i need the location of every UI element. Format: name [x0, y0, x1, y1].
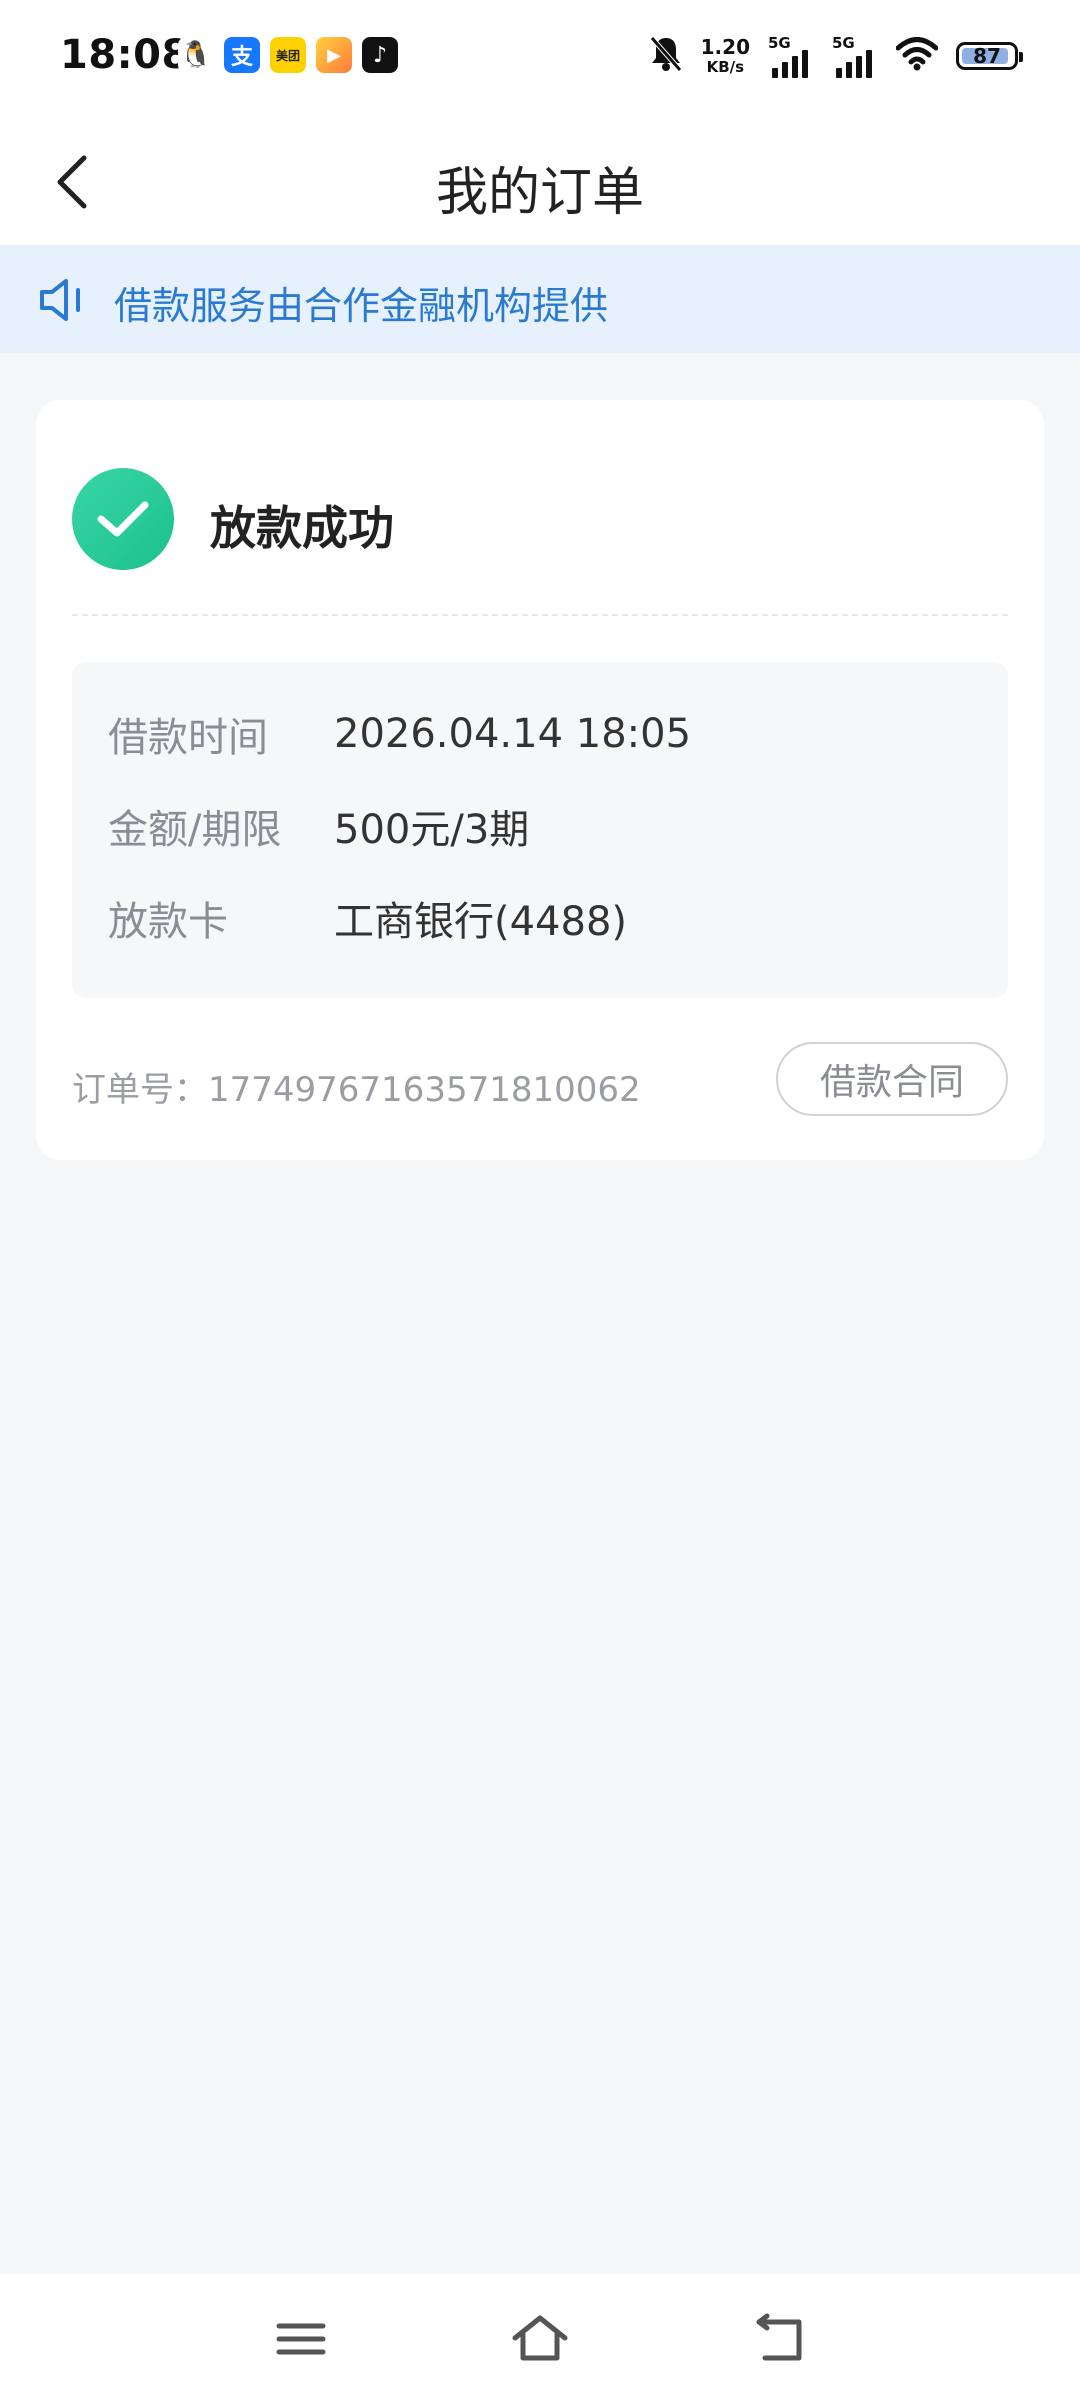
mute-bell-icon — [649, 35, 683, 77]
order-number: 订单号：1774976716357181006​2 — [72, 1062, 641, 1111]
back-arrow-icon — [756, 2313, 802, 2361]
order-number-label: 订单号： — [72, 1070, 208, 1110]
network-speed: 1.20 KB/s — [700, 35, 750, 76]
home-button[interactable] — [505, 2304, 575, 2374]
notification-app-icons: 🐧 支 美团 ▶ ♪ — [178, 37, 398, 73]
page-title: 我的订单 — [435, 163, 644, 223]
detail-label: 放款卡 — [108, 899, 228, 945]
detail-value: 500元/3期 — [334, 807, 530, 853]
sim1-signal-icon: 5G — [768, 34, 814, 78]
back-nav-button[interactable] — [745, 2304, 815, 2374]
title-bar: 我的订单 — [0, 120, 1080, 245]
success-check-icon — [72, 468, 174, 570]
battery-level: 87 — [973, 44, 1001, 68]
speaker-icon — [38, 277, 86, 327]
system-nav-bar — [0, 2274, 1080, 2400]
status-bar: 18:08 🐧 支 美团 ▶ ♪ 1.20 KB/s 5G 5G 87 — [0, 0, 1080, 120]
sim2-signal-icon: 5G — [832, 34, 878, 78]
notice-banner: 借款服务由合作金融机构提供 — [0, 245, 1080, 353]
detail-row-amount-term: 金额/期限 500元/3期 — [108, 798, 529, 854]
dashed-divider — [72, 614, 1008, 616]
wifi-icon — [895, 37, 939, 75]
detail-label: 金额/期限 — [108, 807, 282, 853]
notice-text: 借款服务由合作金融机构提供 — [114, 284, 609, 328]
meituan-icon: 美团 — [270, 37, 306, 73]
menu-button[interactable] — [266, 2304, 336, 2374]
detail-row-loan-time: 借款时间 2026.04.14 18:05 — [108, 706, 691, 762]
detail-row-payout-card: 放款卡 工商银行(4488) — [108, 890, 627, 946]
order-card[interactable]: 放款成功 借款时间 2026.04.14 18:05 金额/期限 500元/3期… — [36, 400, 1044, 1160]
order-details-panel: 借款时间 2026.04.14 18:05 金额/期限 500元/3期 放款卡 … — [72, 662, 1008, 998]
detail-value: 2026.04.14 18:05 — [334, 711, 692, 757]
qq-icon: 🐧 — [178, 37, 214, 73]
loan-contract-button[interactable]: 借款合同 — [776, 1042, 1008, 1116]
home-icon — [512, 2315, 568, 2361]
detail-label: 借款时间 — [108, 715, 268, 761]
status-time: 18:08 — [60, 32, 190, 78]
detail-value: 工商银行(4488) — [334, 899, 628, 945]
order-status: 放款成功 — [210, 501, 394, 555]
menu-icon — [276, 2323, 326, 2355]
douyin-icon: ♪ — [362, 37, 398, 73]
battery-icon: 87 — [956, 42, 1023, 70]
status-indicators: 1.20 KB/s 5G 5G 87 — [649, 34, 1023, 78]
video-app-icon: ▶ — [316, 37, 352, 73]
alipay-icon: 支 — [224, 37, 260, 73]
order-number-value: 1774976716357181006​2 — [208, 1070, 641, 1110]
